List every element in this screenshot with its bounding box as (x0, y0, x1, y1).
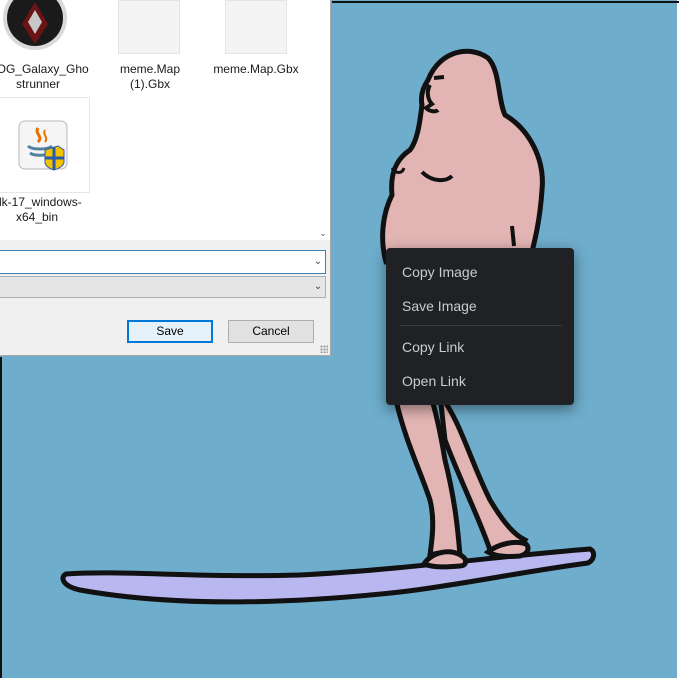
blank-file-icon (225, 0, 287, 54)
file-item-jdk[interactable]: jdk-17_windows- x64_bin (0, 97, 90, 224)
eye (433, 75, 445, 80)
file-name-line2: (1).Gbx (129, 77, 170, 91)
file-name-line1: GOG_Galaxy_Gho (0, 62, 89, 76)
save-as-dialog: GOG_Galaxy_Gho strunner meme.Map (1).Gbx… (0, 0, 331, 356)
file-item-meme-map[interactable]: meme.Map.Gbx (204, 0, 308, 95)
file-name-line1: meme.Map (119, 62, 181, 76)
menu-item-save-image[interactable]: Save Image (386, 291, 574, 321)
cancel-button[interactable]: Cancel (228, 320, 314, 343)
image-context-menu: Copy Image Save Image Copy Link Open Lin… (386, 248, 574, 405)
chevron-down-icon[interactable]: ⌄ (311, 253, 325, 271)
menu-item-copy-link[interactable]: Copy Link (386, 332, 574, 362)
arm-hint (510, 225, 516, 247)
ghostrunner-app-icon (3, 0, 67, 50)
vertical-scrollbar[interactable]: ⌄ (316, 0, 330, 240)
file-name-line1: meme.Map.Gbx (213, 62, 299, 76)
file-item-meme-map-1[interactable]: meme.Map (1).Gbx (98, 0, 202, 95)
save-as-type-select[interactable] (0, 276, 326, 298)
save-button[interactable]: Save (127, 320, 213, 343)
file-list-pane[interactable]: GOG_Galaxy_Gho strunner meme.Map (1).Gbx… (0, 0, 330, 240)
file-name-line2: strunner (15, 77, 61, 91)
file-name-line1: jdk-17_windows- (0, 195, 82, 209)
scroll-down-icon[interactable]: ⌄ (318, 228, 328, 238)
blank-file-icon (118, 0, 180, 54)
file-name-line2: x64_bin (15, 210, 59, 224)
resize-grip[interactable] (320, 345, 328, 353)
chevron-down-icon[interactable]: ⌄ (311, 278, 325, 296)
menu-item-copy-image[interactable]: Copy Image (386, 257, 574, 287)
menu-divider (400, 325, 562, 326)
java-installer-icon (18, 120, 68, 171)
file-item-gog-galaxy[interactable]: GOG_Galaxy_Gho strunner (0, 0, 96, 95)
file-name-input[interactable] (0, 250, 326, 274)
menu-item-open-link[interactable]: Open Link (386, 366, 574, 396)
